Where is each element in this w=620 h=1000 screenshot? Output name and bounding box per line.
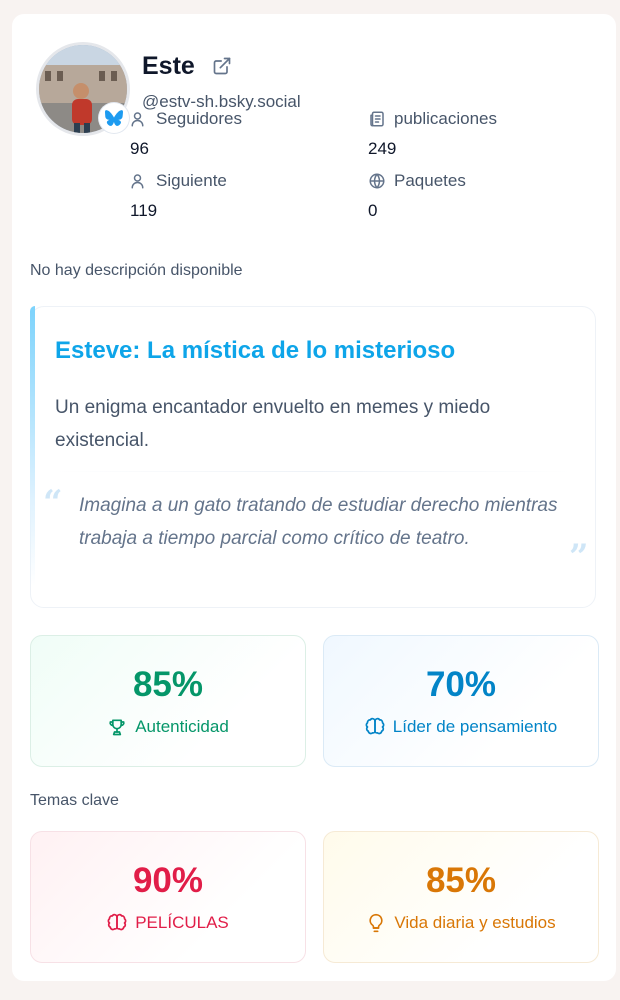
avatar-container[interactable] <box>36 42 130 136</box>
topic-label: PELÍCULAS <box>135 913 229 932</box>
profile-description: No hay descripción disponible <box>30 262 243 279</box>
metric-label-row: Líder de pensamiento <box>365 717 557 737</box>
packs-label-row: Paquetes <box>368 171 466 191</box>
persona-subtitle: Un enigma encantador envuelto en memes y… <box>55 397 491 451</box>
metric-value: 85% <box>132 665 204 704</box>
trophy-icon <box>109 719 125 736</box>
followers-label-row: Seguidores <box>130 109 242 129</box>
packs-value: 0 <box>368 201 378 220</box>
metric-label: Autenticidad <box>135 717 229 736</box>
topic-card-daily-life: 85% Vida diaria y estudios <box>323 831 599 963</box>
topic-label-row: Vida diaria y estudios <box>366 913 556 933</box>
following-label-row: Siguiente <box>130 171 227 191</box>
persona-card: Esteve: La mística de lo misterioso Un e… <box>30 306 596 608</box>
metric-card-thought-leader: 70% Líder de pensamiento <box>323 635 599 767</box>
topic-value: 85% <box>425 861 497 900</box>
persona-accent-bar <box>30 306 35 586</box>
brain-icon <box>107 913 127 931</box>
following-label: Siguiente <box>156 171 227 190</box>
profile-card: Este @estv-sh.bsky.social Seguidores 96 … <box>12 14 616 981</box>
bluesky-badge <box>99 103 129 133</box>
topic-value: 90% <box>132 861 204 900</box>
user-icon <box>131 174 144 189</box>
persona-quote: Imagina a un gato tratando de estudiar d… <box>79 495 558 549</box>
topics-heading: Temas clave <box>30 792 119 809</box>
lightbulb-icon <box>369 913 383 933</box>
topic-card-movies: 90% PELÍCULAS <box>30 831 306 963</box>
followers-label: Seguidores <box>156 109 243 128</box>
posts-label-row: publicaciones <box>368 109 497 129</box>
persona-title: Esteve: La mística de lo misterioso <box>55 337 456 364</box>
metric-label: Líder de pensamiento <box>392 717 558 736</box>
user-icon <box>131 112 144 127</box>
metric-card-authenticity: 85% Autenticidad <box>30 635 306 767</box>
followers-value: 96 <box>130 139 149 158</box>
following-value: 119 <box>130 201 158 220</box>
open-quote-icon: “ <box>43 483 63 523</box>
metric-label-row: Autenticidad <box>107 717 229 737</box>
newspaper-icon <box>370 111 384 127</box>
profile-name: Este <box>142 52 195 80</box>
topic-label-row: PELÍCULAS <box>107 913 229 933</box>
packs-label: Paquetes <box>394 171 466 190</box>
posts-value: 249 <box>368 139 397 158</box>
topic-label: Vida diaria y estudios <box>394 913 556 932</box>
divider <box>55 471 571 472</box>
external-link-icon[interactable] <box>212 56 232 76</box>
globe-icon <box>369 173 385 189</box>
metric-value: 70% <box>425 665 497 704</box>
butterfly-icon <box>105 110 123 126</box>
posts-label: publicaciones <box>394 109 498 128</box>
brain-icon <box>365 717 385 735</box>
close-quote-icon: ” <box>569 537 589 577</box>
